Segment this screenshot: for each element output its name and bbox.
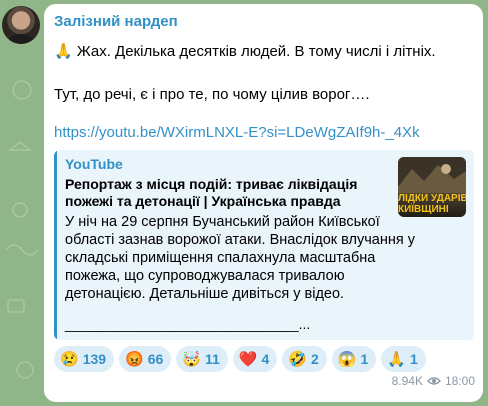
message-time: 18:00	[444, 374, 475, 388]
thumbnail-scene-icon	[398, 157, 466, 193]
reaction-count: 2	[310, 351, 319, 367]
exploding-head-icon: 🤯	[182, 350, 201, 368]
message-bubble: Залізний нардеп 🙏 Жах. Декілька десятків…	[44, 4, 483, 402]
preview-description: У ніч на 29 серпня Бучанський район Київ…	[65, 214, 415, 302]
preview-site-name: YouTube	[65, 156, 123, 172]
reactions-bar: 😢 139 😡 66 🤯 11 ❤️ 4 🤣 2 😱 1 🙏 1	[54, 346, 426, 372]
message-line-1: 🙏 Жах. Декілька десятків людей. В тому ч…	[54, 42, 474, 61]
youtube-link[interactable]: https://youtu.be/WXirmLNXL-E?si=LDeWgZAI…	[54, 124, 420, 141]
reaction-count: 1	[409, 351, 418, 367]
reaction-count: 66	[147, 351, 164, 367]
reaction-rofl[interactable]: 🤣 2	[282, 346, 327, 372]
message-line-2: Тут, до речі, є і про те, по чому цілив …	[54, 86, 370, 103]
rofl-face-icon: 🤣	[288, 350, 307, 368]
praying-hands-icon: 🙏	[387, 350, 406, 368]
message-line-1-text: Жах. Декілька десятків людей. В тому чис…	[76, 43, 436, 60]
heart-icon: ❤️	[238, 350, 258, 368]
pray-emoji-icon: 🙏	[54, 43, 73, 60]
angry-face-icon: 😡	[125, 350, 144, 368]
preview-title: Репортаж з місця подій: триває ліквідаці…	[65, 176, 358, 209]
preview-separator: ______________________________...	[65, 316, 311, 332]
view-count: 8.94K	[391, 374, 423, 388]
reaction-pray[interactable]: 🙏 1	[381, 346, 426, 372]
preview-thumbnail[interactable]: ЛІДКИ УДАРІВ КИЇВЩИНІ	[398, 157, 466, 217]
reaction-angry[interactable]: 😡 66	[119, 346, 172, 372]
link-preview[interactable]: YouTube Репортаж з місця подій: триває л…	[54, 150, 474, 340]
reaction-screaming[interactable]: 😱 1	[331, 346, 377, 372]
reaction-count: 139	[82, 351, 107, 367]
reaction-count: 4	[261, 351, 270, 367]
thumbnail-caption-2: КИЇВЩИНІ	[398, 204, 449, 215]
reaction-crying[interactable]: 😢 139	[54, 346, 115, 372]
sender-name[interactable]: Залізний нардеп	[54, 13, 178, 30]
reaction-exploding-head[interactable]: 🤯 11	[176, 346, 228, 372]
screaming-face-icon: 😱	[337, 350, 357, 368]
message-meta: 8.94K 18:00	[392, 374, 475, 388]
eye-icon	[426, 377, 441, 385]
channel-avatar[interactable]	[2, 6, 40, 44]
preview-accent-bar	[54, 150, 57, 340]
crying-face-icon: 😢	[60, 350, 79, 368]
reaction-count: 1	[360, 351, 369, 367]
thumbnail-caption-1: ЛІДКИ УДАРІВ	[398, 193, 466, 204]
reaction-count: 11	[205, 351, 220, 367]
reaction-heart[interactable]: ❤️ 4	[232, 346, 278, 372]
